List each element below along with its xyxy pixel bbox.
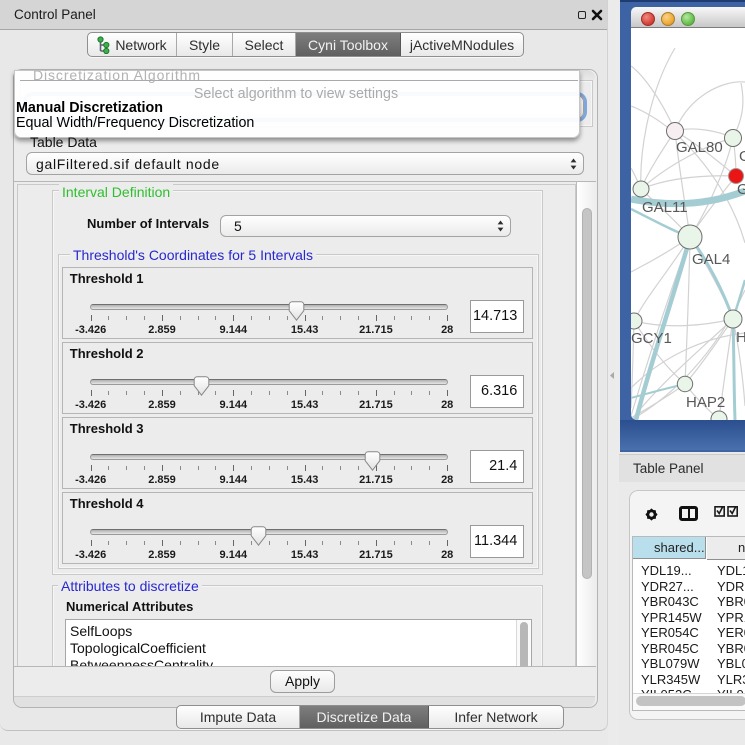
svg-text:GA: GA <box>739 148 745 165</box>
svg-text:GAL11: GAL11 <box>642 199 688 216</box>
svg-text:G: G <box>737 181 745 198</box>
svg-text:GCY1: GCY1 <box>631 330 672 347</box>
svg-text:GAL80: GAL80 <box>676 139 723 156</box>
svg-text:GAL4: GAL4 <box>692 251 730 268</box>
svg-text:H: H <box>736 329 745 346</box>
svg-text:HAP2: HAP2 <box>686 394 725 411</box>
